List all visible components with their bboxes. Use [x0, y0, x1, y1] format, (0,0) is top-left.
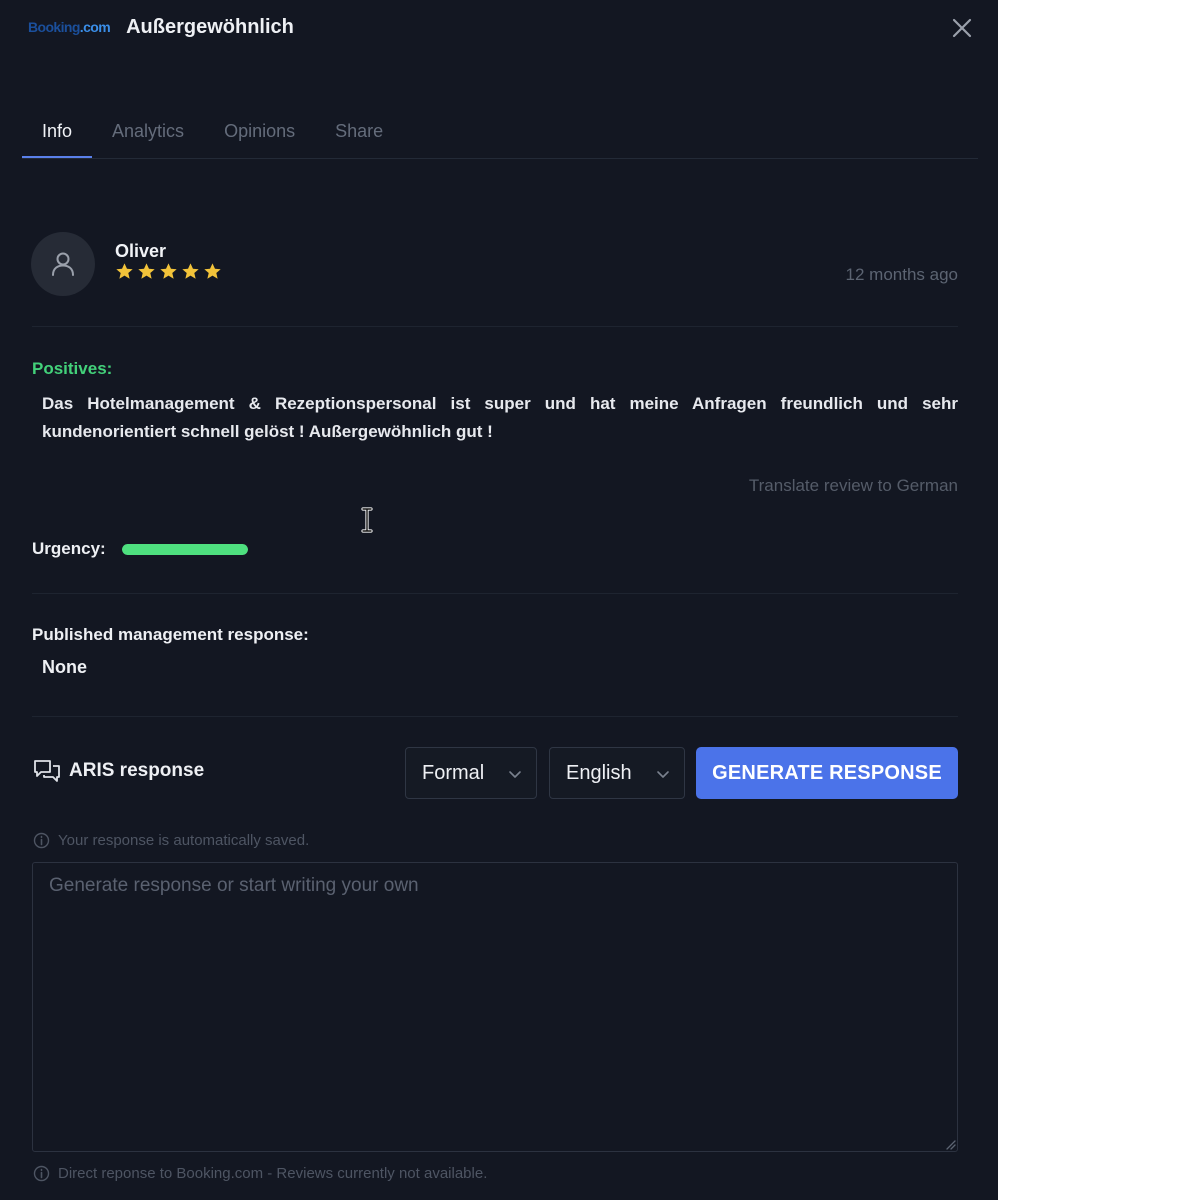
- close-button[interactable]: [948, 14, 976, 42]
- management-response-value: None: [42, 657, 87, 677]
- generate-response-button[interactable]: GENERATE RESPONSE: [696, 747, 958, 799]
- management-response-label: Published management response:: [32, 625, 309, 644]
- tab-analytics[interactable]: Analytics: [92, 108, 204, 158]
- aris-response-label: ARIS response: [69, 760, 205, 781]
- star-icon: [138, 263, 155, 279]
- review-title: Außergewöhnlich: [126, 15, 294, 38]
- review-timestamp: 12 months ago: [845, 265, 958, 284]
- autosave-note: Your response is automatically saved.: [33, 832, 309, 849]
- aris-response-heading: ARIS response: [33, 758, 204, 784]
- language-select[interactable]: English: [549, 747, 685, 799]
- divider: [32, 326, 958, 327]
- booking-logo: Booking.com: [28, 19, 111, 35]
- avatar: [31, 232, 95, 296]
- tab-bar: Info Analytics Opinions Share: [22, 108, 978, 159]
- urgency-bar: [122, 544, 248, 555]
- review-detail-panel: Booking.com Außergewöhnlich Info Analyti…: [0, 0, 998, 1200]
- star-icon: [182, 263, 199, 279]
- language-value: English: [566, 761, 632, 784]
- direct-response-note-text: Direct reponse to Booking.com - Reviews …: [58, 1165, 488, 1182]
- autosave-note-text: Your response is automatically saved.: [58, 832, 310, 849]
- chevron-down-icon: [657, 771, 669, 778]
- translate-link[interactable]: Translate review to German: [749, 476, 958, 496]
- tone-select[interactable]: Formal: [405, 747, 537, 799]
- info-icon: [33, 832, 50, 849]
- review-text: Das Hotelmanagement & Rezeptionspersonal…: [42, 394, 958, 441]
- panel-header: Booking.com Außergewöhnlich: [28, 14, 294, 40]
- reviewer-name: Oliver: [115, 241, 167, 261]
- tab-info[interactable]: Info: [22, 108, 93, 158]
- response-textarea[interactable]: [32, 862, 958, 1152]
- tab-share[interactable]: Share: [315, 108, 403, 158]
- logo-suffix: .com: [79, 19, 111, 35]
- urgency-fill: [122, 544, 248, 555]
- resize-handle-icon[interactable]: [944, 1138, 956, 1150]
- star-icon: [160, 263, 177, 279]
- star-icon: [116, 263, 133, 279]
- divider: [32, 593, 958, 594]
- close-icon: [952, 18, 972, 38]
- chevron-down-icon: [509, 771, 521, 778]
- star-icon: [204, 263, 221, 279]
- direct-response-note: Direct reponse to Booking.com - Reviews …: [33, 1165, 487, 1182]
- star-rating: [115, 262, 222, 281]
- tab-opinions[interactable]: Opinions: [204, 108, 315, 158]
- divider: [32, 716, 958, 717]
- text-cursor-icon: [361, 507, 373, 533]
- logo-main: Booking: [28, 19, 80, 35]
- positives-label: Positives:: [32, 359, 113, 378]
- info-icon: [33, 1165, 50, 1182]
- tone-value: Formal: [422, 761, 485, 784]
- chat-bubbles-icon: [34, 760, 60, 782]
- user-icon: [52, 252, 74, 276]
- urgency-label: Urgency:: [32, 539, 106, 558]
